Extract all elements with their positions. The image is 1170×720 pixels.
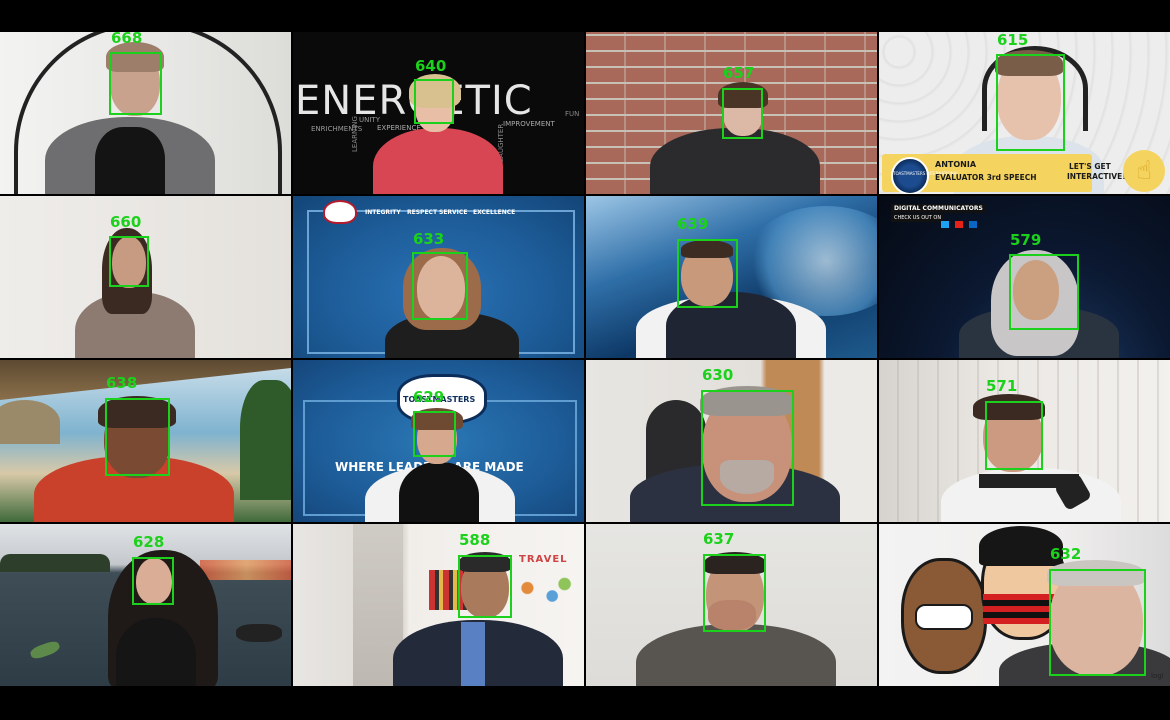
face-detection-box	[109, 52, 162, 115]
face-id-label: 579	[1010, 231, 1042, 249]
face-id-label: 633	[413, 230, 445, 248]
video-tile-2[interactable]: ENERGETIC ENRICHMENTS UNITY EXPERIENCE L…	[293, 32, 584, 194]
video-tile-13[interactable]: 628	[0, 524, 291, 686]
video-tile-3[interactable]: 657	[586, 32, 877, 194]
face-detection-box	[109, 236, 149, 287]
video-tile-7[interactable]: 639	[586, 196, 877, 358]
face-id-label: 639	[677, 215, 709, 233]
video-tile-16[interactable]: 632 logi	[879, 524, 1170, 686]
face-id-label: 660	[110, 213, 142, 231]
hand-icon: ☝	[1123, 150, 1165, 192]
face-detection-box	[677, 239, 738, 308]
face-detection-box	[703, 554, 766, 632]
face-detection-box	[996, 54, 1065, 151]
face-id-label: 638	[106, 374, 138, 392]
face-detection-box	[413, 411, 456, 457]
video-tile-5[interactable]: 660	[0, 196, 291, 358]
face-id-label: 615	[997, 32, 1029, 49]
face-detection-box	[701, 390, 794, 506]
name-tag: ANTONIA	[935, 160, 977, 169]
face-id-label: 630	[702, 366, 734, 384]
video-tile-14[interactable]: TRAVEL 588	[293, 524, 584, 686]
face-id-label: 640	[415, 57, 447, 75]
face-detection-box	[722, 88, 763, 139]
face-detection-box	[132, 557, 174, 605]
face-id-label: 629	[413, 388, 445, 406]
face-id-label: 632	[1050, 545, 1082, 563]
video-tile-8[interactable]: DIGITAL COMMUNICATORS CHECK US OUT ON 57…	[879, 196, 1170, 358]
face-id-label: 668	[111, 32, 143, 47]
face-detection-box	[458, 555, 512, 618]
cta-line-1: LET'S GET	[1069, 162, 1111, 171]
face-id-label: 588	[459, 531, 491, 549]
face-detection-box	[412, 252, 468, 320]
face-detection-box	[985, 401, 1043, 470]
face-detection-box	[1009, 254, 1079, 330]
video-tile-4[interactable]: TOASTMASTERS INTERNATIONAL ANTONIA EVALU…	[879, 32, 1170, 194]
video-tile-10[interactable]: TOASTMASTERS WHERE LEADERS ARE MADE 629	[293, 360, 584, 522]
video-tile-15[interactable]: 637	[586, 524, 877, 686]
face-detection-box	[105, 398, 170, 476]
video-tile-1[interactable]: 668	[0, 32, 291, 194]
face-id-label: 571	[986, 377, 1018, 395]
cta-line-2: INTERACTIVE!	[1067, 172, 1126, 181]
face-detection-box	[1049, 569, 1146, 676]
video-tile-11[interactable]: 630	[586, 360, 877, 522]
face-id-label: 657	[723, 64, 755, 82]
video-tile-6[interactable]: INTEGRITY RESPECT SERVICE EXCELLENCE 633	[293, 196, 584, 358]
video-grid: 668 ENERGETIC ENRICHMENTS UNITY EXPERIEN…	[0, 32, 1170, 688]
face-id-label: 628	[133, 533, 165, 551]
participant-video	[293, 524, 584, 686]
face-detection-box	[414, 79, 454, 124]
face-id-label: 637	[703, 530, 735, 548]
camera-watermark: logi	[1151, 672, 1164, 680]
video-tile-9[interactable]: 638	[0, 360, 291, 522]
role-tag: EVALUATOR 3rd SPEECH	[935, 173, 1037, 182]
video-tile-12[interactable]: 571	[879, 360, 1170, 522]
